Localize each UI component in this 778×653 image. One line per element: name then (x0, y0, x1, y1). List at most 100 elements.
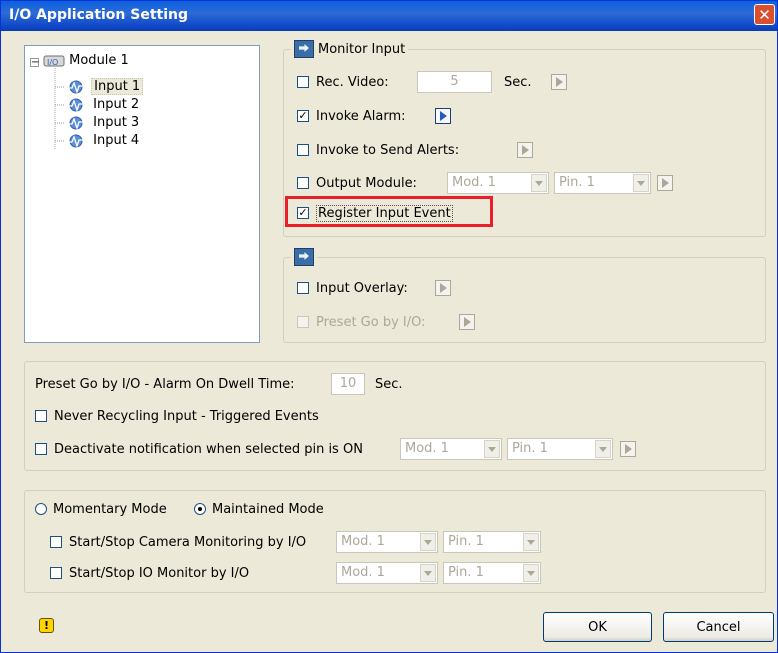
output-module-row: Output Module: (297, 172, 417, 194)
input-overlay-row: Input Overlay: (297, 277, 408, 299)
dropdown-arrow-icon (523, 533, 539, 551)
deactivate-checkbox[interactable] (35, 443, 47, 455)
momentary-mode-radio[interactable] (35, 503, 47, 515)
rec-video-seconds-input[interactable]: 5 (417, 71, 492, 93)
invoke-alarm-play-button[interactable] (435, 108, 451, 124)
output-pin-select[interactable]: Pin. 1 (554, 172, 651, 194)
svg-text:I/O: I/O (47, 58, 58, 67)
never-recycling-label: Never Recycling Input - Triggered Events (54, 408, 319, 424)
rec-video-checkbox[interactable] (297, 76, 309, 88)
never-recycling-row: Never Recycling Input - Triggered Events (35, 405, 319, 427)
input-signal-icon (67, 116, 85, 130)
input-overlay-checkbox[interactable] (297, 282, 309, 294)
cancel-button[interactable]: Cancel (663, 612, 774, 642)
input-overlay-label: Input Overlay: (316, 280, 408, 296)
overlay-caption (291, 247, 317, 267)
tree-node-label: Input 3 (93, 115, 140, 130)
input-signal-icon (67, 134, 85, 148)
momentary-mode-label: Momentary Mode (53, 501, 167, 517)
output-module-label: Output Module: (316, 175, 417, 191)
deactivate-play-button[interactable] (620, 441, 636, 457)
momentary-mode-option[interactable]: Momentary Mode (35, 498, 167, 520)
tree-node-label: Module 1 (69, 53, 129, 68)
input-signal-icon (67, 98, 85, 112)
preset-go-play-button[interactable] (459, 314, 475, 330)
tree-collapse-toggle[interactable]: − (30, 58, 39, 68)
invoke-alerts-checkbox[interactable] (297, 144, 309, 156)
output-module-checkbox[interactable] (297, 177, 309, 189)
output-module-select[interactable]: Mod. 1 (447, 172, 549, 194)
radio-selected-dot (198, 507, 202, 511)
never-recycling-checkbox[interactable] (35, 410, 47, 422)
module-tree[interactable]: − I/O Module 1 Input 1 Input 2 Input 3 I… (24, 45, 260, 343)
tree-node-input-1[interactable]: Input 1 (65, 78, 144, 96)
monitor-input-caption: Monitor Input (291, 39, 409, 59)
maintained-mode-radio[interactable] (194, 503, 206, 515)
invoke-alarm-checkbox[interactable]: ✓ (297, 110, 309, 122)
tree-node-input-3[interactable]: Input 3 (65, 114, 141, 132)
tree-node-input-2[interactable]: Input 2 (65, 96, 141, 114)
preset-go-checkbox[interactable] (297, 316, 309, 328)
preset-go-row: Preset Go by I/O: (297, 311, 426, 333)
invoke-alerts-label: Invoke to Send Alerts: (316, 142, 460, 158)
invoke-alerts-row: Invoke to Send Alerts: (297, 139, 459, 161)
io-monitor-row: Start/Stop IO Monitor by I/O (50, 562, 249, 584)
io-monitor-pin-select[interactable]: Pin. 1 (443, 562, 541, 584)
invoke-alarm-row: ✓ Invoke Alarm: (297, 105, 406, 127)
camera-monitoring-pin-select[interactable]: Pin. 1 (443, 531, 541, 553)
dropdown-arrow-icon (531, 174, 547, 192)
maintained-mode-label: Maintained Mode (212, 501, 324, 517)
tree-node-label: Input 1 (91, 78, 144, 95)
camera-monitoring-module-select[interactable]: Mod. 1 (336, 531, 438, 553)
deactivate-label: Deactivate notification when selected pi… (54, 441, 363, 457)
rec-video-unit: Sec. (504, 74, 532, 90)
invoke-alerts-play-button[interactable] (517, 142, 533, 158)
dwell-time-input[interactable]: 10 (331, 373, 365, 395)
warning-icon: ! (39, 618, 54, 633)
camera-monitoring-pin-value: Pin. 1 (448, 534, 484, 549)
dropdown-arrow-icon (633, 174, 649, 192)
title-bar[interactable]: I/O Application Setting ✕ (1, 1, 777, 31)
dropdown-arrow-icon (420, 533, 436, 551)
deactivate-pin-value: Pin. 1 (512, 441, 548, 456)
deactivate-module-select[interactable]: Mod. 1 (400, 438, 502, 460)
maintained-mode-option[interactable]: Maintained Mode (194, 498, 324, 520)
io-monitor-module-value: Mod. 1 (341, 565, 385, 580)
io-application-setting-dialog: I/O Application Setting ✕ − I/O Module 1… (0, 0, 778, 653)
overlay-group-icon (294, 248, 314, 266)
ok-button[interactable]: OK (543, 612, 652, 642)
dwell-time-label: Preset Go by I/O - Alarm On Dwell Time: (35, 376, 295, 392)
input-overlay-play-button[interactable] (435, 280, 451, 296)
io-monitor-module-select[interactable]: Mod. 1 (336, 562, 438, 584)
tree-node-label: Input 4 (93, 133, 140, 148)
deactivate-row: Deactivate notification when selected pi… (35, 438, 363, 460)
io-monitor-checkbox[interactable] (50, 567, 62, 579)
output-module-select-value: Mod. 1 (452, 175, 496, 190)
rec-video-play-button[interactable] (551, 74, 567, 90)
tree-node-input-4[interactable]: Input 4 (65, 132, 141, 150)
dropdown-arrow-icon (595, 440, 611, 458)
camera-monitoring-module-value: Mod. 1 (341, 534, 385, 549)
module-icon: I/O (43, 55, 65, 67)
rec-video-row: Rec. Video: (297, 71, 389, 93)
output-module-play-button[interactable] (657, 175, 673, 191)
camera-monitoring-checkbox[interactable] (50, 536, 62, 548)
monitor-input-title: Monitor Input (318, 41, 406, 57)
camera-monitoring-label: Start/Stop Camera Monitoring by I/O (69, 534, 307, 550)
tree-node-module-1[interactable]: I/O Module 1 (43, 52, 129, 70)
input-signal-icon (67, 80, 85, 94)
dropdown-arrow-icon (420, 564, 436, 582)
close-button[interactable]: ✕ (754, 4, 775, 25)
deactivate-pin-select[interactable]: Pin. 1 (507, 438, 613, 460)
preset-go-label: Preset Go by I/O: (316, 314, 426, 330)
io-monitor-label: Start/Stop IO Monitor by I/O (69, 565, 250, 581)
tree-node-label: Input 2 (93, 97, 140, 112)
io-monitor-pin-value: Pin. 1 (448, 565, 484, 580)
invoke-alarm-label: Invoke Alarm: (316, 108, 406, 124)
dwell-time-unit: Sec. (375, 376, 403, 392)
window-title: I/O Application Setting (9, 7, 189, 23)
deactivate-module-value: Mod. 1 (405, 441, 449, 456)
dropdown-arrow-icon (523, 564, 539, 582)
rec-video-label: Rec. Video: (316, 74, 389, 90)
dropdown-arrow-icon (484, 440, 500, 458)
